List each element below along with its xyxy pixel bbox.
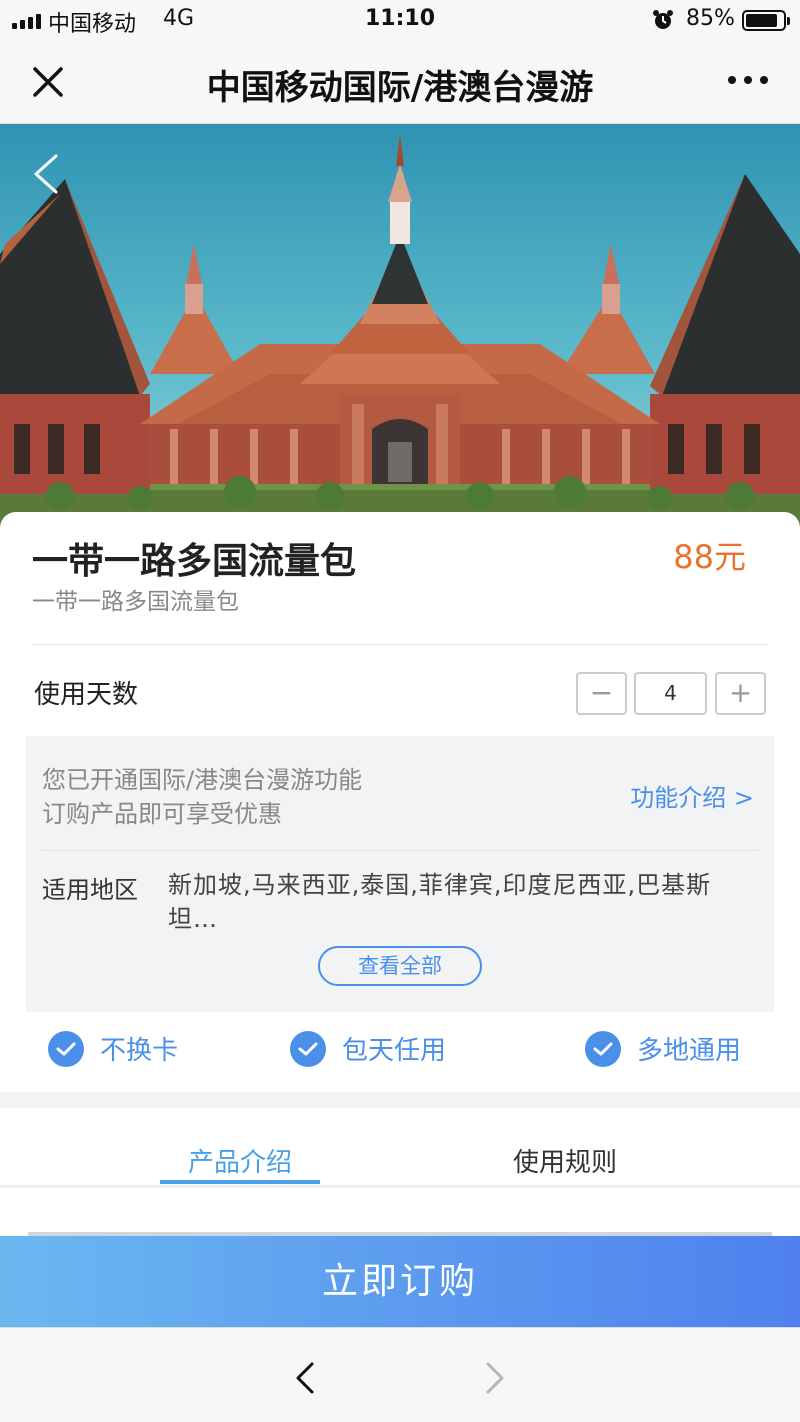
feature-intro-link[interactable]: 功能介绍 >: [630, 778, 754, 813]
days-input[interactable]: 4: [634, 672, 707, 715]
feature-label: 多地通用: [637, 1036, 742, 1066]
region-value: 新加坡,马来西亚,泰国,菲律宾,印度尼西亚,巴基斯坦…: [168, 871, 712, 933]
discount-text: 订购产品即可享受优惠: [42, 800, 282, 828]
region-label: 适用地区: [42, 876, 138, 904]
section-gap: [0, 1092, 800, 1108]
check-icon: [585, 1030, 621, 1067]
info-panel: 您已开通国际/港澳台漫游功能 订购产品即可享受优惠 功能介绍 > 适用地区 新加…: [26, 736, 774, 1012]
status-time: 11:10: [364, 6, 436, 31]
check-icon: [48, 1030, 84, 1067]
status-bar: 中国移动 4G 11:10 85%: [0, 0, 800, 40]
palace-illustration: [0, 134, 800, 534]
product-subtitle: 一带一路多国流量包: [32, 589, 239, 615]
feature-no-sim-change: 不换卡: [48, 1030, 178, 1067]
chevron-left-icon[interactable]: [30, 152, 62, 196]
tab-bar: 产品介绍 使用规则: [0, 1108, 800, 1188]
tab-usage-rules[interactable]: 使用规则: [485, 1142, 645, 1179]
check-icon: [290, 1030, 326, 1067]
buy-now-button[interactable]: 立即订购: [0, 1236, 800, 1327]
more-icon[interactable]: [728, 76, 768, 84]
view-all-button[interactable]: 查看全部: [318, 946, 482, 986]
feature-label: 包天任用: [342, 1036, 447, 1066]
battery-percent: 85%: [686, 6, 735, 31]
feature-label: 不换卡: [100, 1036, 179, 1066]
increment-button[interactable]: +: [715, 672, 766, 715]
alarm-icon: [653, 10, 673, 29]
battery-icon: [742, 10, 790, 31]
divider: [32, 644, 768, 645]
browser-bottom-bar: [0, 1327, 800, 1422]
product-card: 一带一路多国流量包 一带一路多国流量包 88元 使用天数 − 4 + 您已开通国…: [0, 512, 800, 1092]
decrement-button[interactable]: −: [576, 672, 627, 715]
divider: [42, 850, 758, 851]
chevron-left-icon[interactable]: [290, 1358, 320, 1398]
nav-bar: 中国移动国际/港澳台漫游: [0, 40, 800, 124]
hero-image: [0, 124, 800, 534]
active-tab-indicator: [160, 1180, 320, 1184]
page-title: 中国移动国际/港澳台漫游: [206, 68, 594, 108]
product-name: 一带一路多国流量包: [32, 541, 357, 582]
roaming-status-text: 您已开通国际/港澳台漫游功能: [42, 766, 363, 794]
product-price: 88元: [673, 538, 746, 576]
feature-daily-unlimited: 包天任用: [290, 1030, 446, 1067]
feature-multi-region: 多地通用: [585, 1030, 741, 1067]
usage-days-label: 使用天数: [34, 680, 139, 710]
tab-product-intro[interactable]: 产品介绍: [160, 1142, 320, 1179]
chevron-right-icon[interactable]: [480, 1358, 510, 1398]
